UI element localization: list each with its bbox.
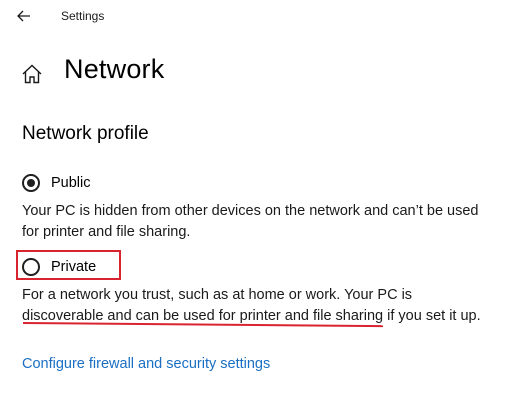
private-radio-label: Private <box>51 259 97 275</box>
public-radio-button[interactable] <box>22 174 40 192</box>
private-description: For a network you trust, such as at home… <box>22 287 481 324</box>
title-bar: Settings <box>0 0 532 34</box>
public-description: Your PC is hidden from other devices on … <box>22 203 479 240</box>
back-arrow-icon <box>17 10 30 22</box>
home-icon[interactable] <box>20 62 44 86</box>
app-title: Settings <box>61 9 105 23</box>
back-button[interactable] <box>10 4 38 28</box>
configure-firewall-link[interactable]: Configure firewall and security settings <box>22 356 270 372</box>
section-title: Network profile <box>22 123 149 144</box>
private-radio-button[interactable] <box>22 258 40 276</box>
page-title: Network <box>64 54 165 84</box>
private-radio-option[interactable]: Private <box>22 256 96 278</box>
settings-window: Settings Network Network profile Public … <box>0 0 532 411</box>
public-radio-label: Public <box>51 175 91 191</box>
public-radio-option[interactable]: Public <box>22 172 91 194</box>
